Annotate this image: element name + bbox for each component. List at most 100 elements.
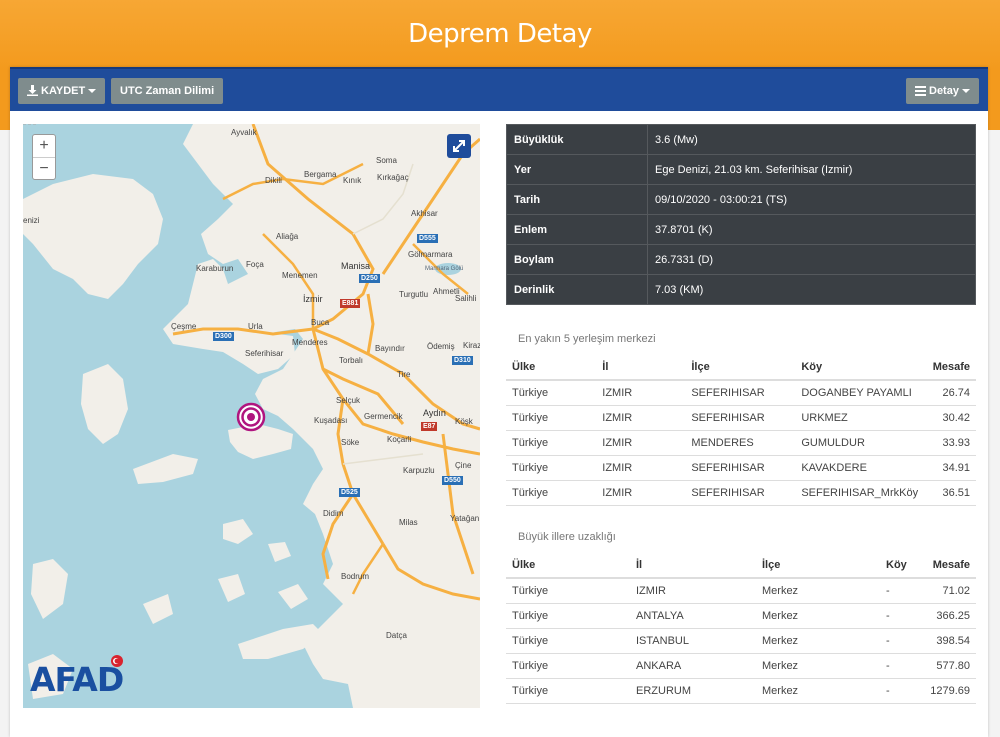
table-cell: URKMEZ	[795, 405, 925, 431]
table-row: Türkiye IZMIR SEFERIHISAR URKMEZ 30.42	[506, 405, 976, 431]
info-row: Yer Ege Denizi, 21.03 km. Seferihisar (Iz…	[506, 154, 976, 185]
map-label-aliaga: Aliağa	[276, 232, 299, 241]
table-cell: 398.54	[920, 628, 976, 654]
earthquake-map[interactable]: Ayvalık Dikili Bergama Kınık Soma Kırkağ…	[23, 124, 480, 708]
table-cell: 33.93	[924, 430, 976, 456]
road-shield: D300	[213, 332, 234, 341]
info-value: Ege Denizi, 21.03 km. Seferihisar (Izmir…	[647, 154, 976, 185]
table-cell: MENDERES	[685, 430, 796, 456]
map-label-germencik: Germencik	[364, 412, 403, 421]
page-header: Deprem Detay	[0, 0, 1000, 70]
column-header: Mesafe	[920, 552, 976, 579]
page-title: Deprem Detay	[408, 19, 592, 49]
table-cell: 366.25	[920, 603, 976, 629]
map-label-marmara-golu: Marmara Gölü	[425, 266, 464, 272]
utc-timezone-button[interactable]: UTC Zaman Dilimi	[111, 78, 224, 104]
map-label-foca: Foça	[246, 260, 264, 269]
detail-card: KAYDET UTC Zaman Dilimi Detay Ayvalık Di…	[10, 67, 988, 737]
table-cell: ANKARA	[630, 653, 756, 679]
table-cell: ANTALYA	[630, 603, 756, 629]
caret-down-icon	[88, 89, 97, 94]
map-label-kiraz: Kiraz	[463, 341, 480, 350]
info-row: Tarih 09/10/2020 - 03:00:21 (TS)	[506, 184, 976, 215]
table-cell: Merkez	[756, 603, 880, 629]
road-shield: D555	[417, 234, 438, 243]
map-label-buca: Buca	[311, 318, 330, 327]
table-cell: ERZURUM	[630, 678, 756, 704]
earthquake-info-table: Büyüklük 3.6 (Mw) Yer Ege Denizi, 21.03 km.…	[506, 124, 976, 305]
save-dropdown-button[interactable]: KAYDET	[18, 78, 106, 104]
info-row: Derinlik 7.03 (KM)	[506, 274, 976, 305]
info-row: Büyüklük 3.6 (Mw)	[506, 124, 976, 155]
table-cell: SEFERIHISAR	[685, 405, 796, 431]
column-header: Ülke	[506, 552, 630, 579]
fullscreen-button[interactable]	[447, 134, 471, 158]
info-value: 3.6 (Mw)	[647, 124, 976, 155]
zoom-control: + −	[32, 134, 56, 180]
flag-icon	[111, 655, 123, 667]
table-cell: IZMIR	[596, 480, 686, 506]
info-value: 37.8701 (K)	[647, 214, 976, 245]
map-label-salihli: Salihli	[455, 294, 477, 303]
table-cell: SEFERIHISAR	[685, 480, 796, 506]
earthquake-epicenter-marker[interactable]	[236, 402, 266, 432]
map-label-karpuzlu: Karpuzlu	[403, 466, 435, 475]
map-label-bergama: Bergama	[304, 170, 337, 179]
road-shield: E881	[340, 299, 361, 308]
toolbar: KAYDET UTC Zaman Dilimi Detay	[10, 67, 988, 111]
info-key: Yer	[506, 154, 648, 185]
expand-icon	[453, 140, 465, 152]
map-label-golmarmara: Gölmarmara	[408, 250, 453, 259]
info-key: Tarih	[506, 184, 648, 215]
map-label-tire: Tire	[397, 370, 411, 379]
map-label-urla: Urla	[248, 322, 263, 331]
table-cell: Türkiye	[506, 678, 630, 704]
column-header: İlçe	[756, 552, 880, 579]
table-cell: Türkiye	[506, 578, 630, 604]
table-cell: IZMIR	[596, 430, 686, 456]
table-row: Türkiye ERZURUM Merkez -1279.69	[506, 678, 976, 704]
info-value: 7.03 (KM)	[647, 274, 976, 305]
map-label-menemen: Menemen	[282, 271, 318, 280]
road-shield: D525	[339, 488, 360, 497]
map-label-kocarli: Koçarli	[387, 435, 412, 444]
map-label-kirkagac: Kırkağaç	[377, 173, 409, 182]
table-cell: 577.80	[920, 653, 976, 679]
table-cell: 30.42	[924, 405, 976, 431]
save-label: KAYDET	[41, 85, 86, 97]
road-shield: D250	[359, 274, 380, 283]
table-cell: Türkiye	[506, 653, 630, 679]
table-cell: ISTANBUL	[630, 628, 756, 654]
table-cell: Türkiye	[506, 380, 597, 406]
table-cell: Türkiye	[506, 430, 597, 456]
table-row: Türkiye IZMIR SEFERIHISAR KAVAKDERE 34.91	[506, 455, 976, 481]
column-header: İl	[596, 354, 686, 381]
detail-dropdown-button[interactable]: Detay	[906, 78, 979, 104]
road-shield: D310	[452, 356, 473, 365]
table-cell: 36.51	[924, 480, 976, 506]
detail-label: Detay	[929, 85, 959, 97]
map-label-menderes: Menderes	[292, 338, 328, 347]
table-cell: 1279.69	[920, 678, 976, 704]
zoom-in-button[interactable]: +	[33, 135, 55, 157]
major-cities-title: Büyük illere uzaklığı	[518, 531, 616, 543]
zoom-out-button[interactable]: −	[33, 157, 55, 179]
map-label-cesme: Çeşme	[171, 322, 197, 331]
menu-icon	[915, 86, 926, 96]
info-value: 26.7331 (D)	[647, 244, 976, 275]
info-key: Derinlik	[506, 274, 648, 305]
table-cell: IZMIR	[630, 578, 756, 604]
nearest-settlements-table: Ülke İl İlçe Köy Mesafe Türkiye IZMIR SEFERIHI…	[506, 354, 976, 506]
table-row: Türkiye IZMIR SEFERIHISAR SEFERIHISAR_MrkKö…	[506, 480, 976, 506]
table-cell: Türkiye	[506, 628, 630, 654]
table-cell: Merkez	[756, 653, 880, 679]
map-label-manisa: Manisa	[341, 261, 371, 271]
table-cell: IZMIR	[596, 380, 686, 406]
major-cities-table: Ülke İl İlçe Köy Mesafe Türkiye IZMIR Merkez -7…	[506, 552, 976, 704]
map-label-dikili: Dikili	[265, 176, 282, 185]
table-cell: GUMULDUR	[795, 430, 925, 456]
column-header: Mesafe	[924, 354, 976, 381]
map-label-bodrum: Bodrum	[341, 572, 370, 581]
table-cell: SEFERIHISAR_MrkKöy	[795, 480, 925, 506]
table-cell: 71.02	[920, 578, 976, 604]
